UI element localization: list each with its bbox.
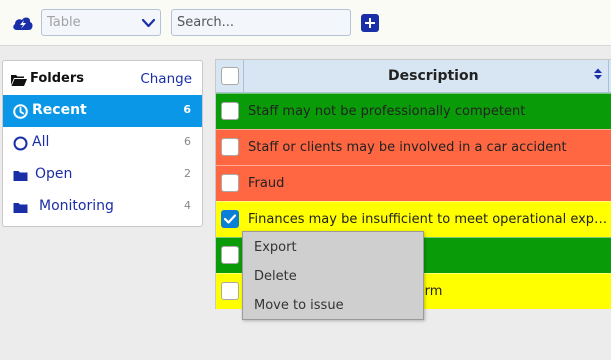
row-checkbox[interactable] xyxy=(221,210,239,228)
row-checkbox[interactable] xyxy=(221,246,239,264)
folder-item-label: Monitoring xyxy=(39,198,114,214)
view-select-value: Table xyxy=(47,15,81,30)
chevron-down-icon xyxy=(141,18,156,28)
folder-icon xyxy=(13,171,28,181)
folder-item-label: Open xyxy=(35,166,73,182)
row-checkbox[interactable] xyxy=(221,102,239,120)
folder-item-recent[interactable]: Recent 6 xyxy=(3,95,202,127)
column-header-description[interactable]: Description xyxy=(388,68,479,84)
folders-panel: Folders Change Recent 6 All 6 Open 2 Mon… xyxy=(2,60,203,227)
folder-item-count: 4 xyxy=(184,199,191,212)
table-row[interactable]: Staff may not be professionally competen… xyxy=(216,93,611,129)
checkmark-icon xyxy=(224,214,236,224)
row-checkbox[interactable] xyxy=(221,138,239,156)
view-select[interactable]: Table xyxy=(41,9,161,36)
select-all-checkbox[interactable] xyxy=(221,67,239,85)
context-menu: Export Delete Move to issue xyxy=(242,231,424,320)
folder-item-monitoring[interactable]: Monitoring 4 xyxy=(3,191,202,223)
row-checkbox[interactable] xyxy=(221,174,239,192)
menu-item-delete[interactable]: Delete xyxy=(254,269,297,284)
folder-item-all[interactable]: All 6 xyxy=(3,127,202,159)
search-input[interactable] xyxy=(171,9,351,36)
toolbar: Table xyxy=(0,0,611,46)
table-row[interactable]: Fraud xyxy=(216,165,611,201)
row-description: Staff may not be professionally competen… xyxy=(248,104,526,119)
menu-item-move-to-issue[interactable]: Move to issue xyxy=(254,298,344,313)
row-description: Finances may be insufficient to meet ope… xyxy=(248,212,608,227)
row-description: Fraud xyxy=(248,176,285,191)
sort-icon[interactable] xyxy=(593,67,603,81)
circle-icon xyxy=(13,136,28,151)
folder-item-count: 2 xyxy=(184,167,191,180)
row-checkbox[interactable] xyxy=(221,282,239,300)
table-row[interactable]: Staff or clients may be involved in a ca… xyxy=(216,129,611,165)
add-button[interactable] xyxy=(361,14,379,32)
folder-item-label: Recent xyxy=(32,102,87,118)
folders-title: Folders xyxy=(30,71,85,86)
folder-item-count: 6 xyxy=(183,103,191,116)
folder-item-count: 6 xyxy=(184,135,191,148)
menu-item-export[interactable]: Export xyxy=(254,240,297,255)
folder-item-open[interactable]: Open 2 xyxy=(3,159,202,191)
folders-header: Folders Change xyxy=(3,61,202,95)
change-folders-link[interactable]: Change xyxy=(140,71,192,87)
column-separator xyxy=(608,60,609,93)
clock-icon xyxy=(13,104,28,119)
folder-item-label: All xyxy=(32,134,50,150)
column-separator xyxy=(243,60,244,93)
row-description: Staff or clients may be involved in a ca… xyxy=(248,140,567,155)
folder-icon xyxy=(13,203,28,213)
grid-header: Description xyxy=(216,60,611,93)
folder-open-icon xyxy=(11,75,27,86)
cloud-lightning-icon[interactable] xyxy=(12,14,34,32)
